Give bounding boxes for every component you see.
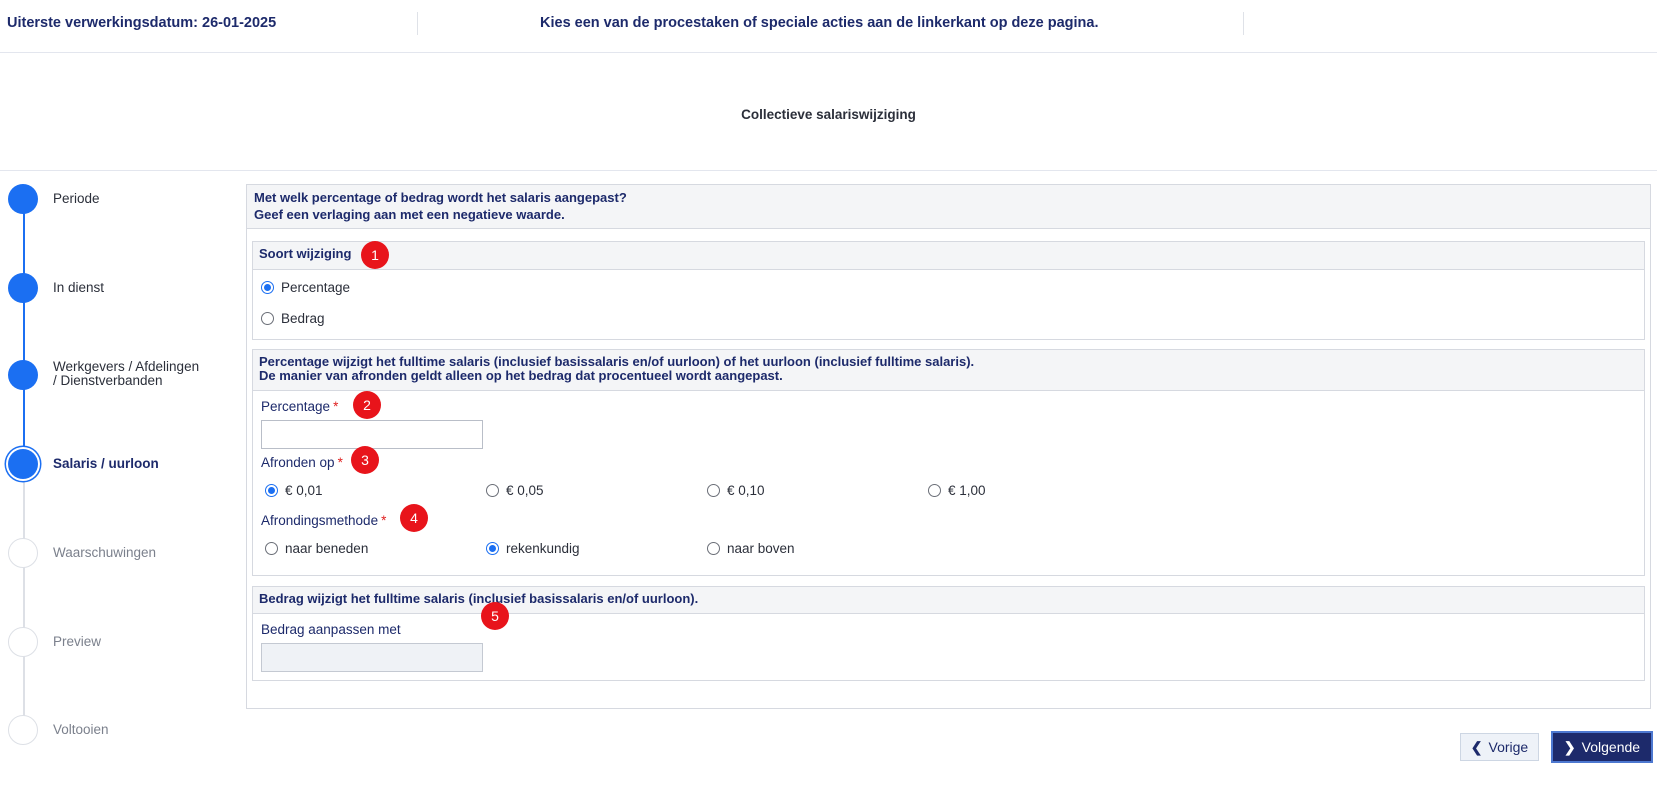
stepper-line-done — [23, 200, 25, 464]
bedrag-input[interactable] — [261, 643, 483, 672]
step-todo-icon — [8, 715, 38, 745]
annotation-badge: 3 — [351, 446, 379, 474]
deadline-text: Uiterste verwerkingsdatum: 26-01-2025 — [7, 15, 277, 31]
button-label: Volgende — [1581, 739, 1641, 755]
top-bar: Uiterste verwerkingsdatum: 26-01-2025 Ki… — [0, 0, 1657, 53]
percentage-label: Percentage * — [261, 399, 338, 414]
step-label: Periode — [53, 191, 100, 206]
button-label: Vorige — [1488, 739, 1529, 755]
salary-change-panel: Met welk percentage of bedrag wordt het … — [246, 184, 1651, 709]
radio-label: € 0,01 — [285, 483, 323, 498]
radio-checked-icon[interactable] — [261, 281, 274, 294]
step-label: Werkgevers / Afdelingen / Dienstverbande… — [53, 360, 199, 388]
step-label: Waarschuwingen — [53, 545, 157, 560]
percentage-section: Percentage wijzigt het fulltime salaris … — [252, 349, 1645, 576]
divider — [417, 12, 418, 35]
step-current-icon — [8, 449, 38, 479]
step-label: Salaris / uurloon — [53, 456, 159, 471]
label-text: Afronden op — [261, 455, 335, 470]
radio-unchecked-icon[interactable] — [707, 542, 720, 555]
annotation-badge: 2 — [353, 391, 381, 419]
step-label: Voltooien — [53, 722, 109, 737]
bedrag-label: Bedrag aanpassen met — [261, 622, 401, 637]
afrondingsmethode-label: Afrondingsmethode * — [261, 513, 386, 528]
required-mark: * — [381, 513, 387, 528]
chevron-right-icon: ❯ — [1563, 738, 1576, 755]
step-done-icon — [8, 184, 38, 214]
radio-checked-icon[interactable] — [486, 542, 499, 555]
radio-percentage[interactable]: Percentage — [261, 280, 350, 295]
radio-afronden-001[interactable]: € 0,01 — [265, 483, 323, 498]
stepper-line-todo — [23, 464, 25, 728]
annotation-badge: 5 — [481, 602, 509, 630]
previous-button[interactable]: ❮ Vorige — [1460, 733, 1539, 761]
radio-checked-icon[interactable] — [265, 484, 278, 497]
bedrag-section: Bedrag wijzigt het fulltime salaris (inc… — [252, 586, 1645, 681]
required-mark: * — [333, 399, 339, 414]
radio-label: € 0,10 — [727, 483, 765, 498]
soort-wijziging-section: Soort wijziging Percentage Bedrag — [252, 241, 1645, 340]
radio-label: € 0,05 — [506, 483, 544, 498]
annotation-badge: 4 — [400, 504, 428, 532]
step-todo-icon — [8, 538, 38, 568]
radio-label: naar boven — [727, 541, 795, 556]
instruction-text: Kies een van de procestaken of speciale … — [540, 15, 1099, 31]
radio-label: Bedrag — [281, 311, 325, 326]
radio-naar-boven[interactable]: naar boven — [707, 541, 795, 556]
required-mark: * — [337, 455, 343, 470]
radio-bedrag[interactable]: Bedrag — [261, 311, 325, 326]
step-done-icon — [8, 273, 38, 303]
radio-unchecked-icon[interactable] — [486, 484, 499, 497]
section-title: Bedrag wijzigt het fulltime salaris (inc… — [253, 587, 1644, 614]
radio-label: naar beneden — [285, 541, 369, 556]
divider — [1243, 12, 1244, 35]
afronden-label: Afronden op * — [261, 455, 343, 470]
step-todo-icon — [8, 627, 38, 657]
intro-line2: Geef een verlaging aan met een negatieve… — [254, 207, 565, 222]
label-text: Afrondingsmethode — [261, 513, 379, 528]
radio-unchecked-icon[interactable] — [261, 312, 274, 325]
step-label: In dienst — [53, 280, 105, 295]
panel-header: Met welk percentage of bedrag wordt het … — [247, 185, 1650, 229]
radio-afronden-100[interactable]: € 1,00 — [928, 483, 986, 498]
page-title: Collectieve salariswijziging — [741, 107, 916, 122]
step-done-icon — [8, 360, 38, 390]
section-title: Percentage wijzigt het fulltime salaris … — [253, 350, 1644, 391]
section-title-line1: Percentage wijzigt het fulltime salaris … — [259, 354, 975, 369]
step-label: Preview — [53, 634, 102, 649]
step-label-line1: Werkgevers / Afdelingen — [53, 359, 200, 374]
section-title: Soort wijziging — [253, 242, 1644, 270]
radio-unchecked-icon[interactable] — [928, 484, 941, 497]
radio-unchecked-icon[interactable] — [265, 542, 278, 555]
radio-rekenkundig[interactable]: rekenkundig — [486, 541, 580, 556]
next-button[interactable]: ❯ Volgende — [1553, 733, 1651, 761]
percentage-input[interactable] — [261, 420, 483, 449]
radio-unchecked-icon[interactable] — [707, 484, 720, 497]
divider — [0, 170, 1657, 171]
annotation-badge: 1 — [361, 241, 389, 269]
step-label-line2: / Dienstverbanden — [53, 373, 163, 388]
intro-line1: Met welk percentage of bedrag wordt het … — [254, 190, 627, 205]
radio-label: Percentage — [281, 280, 351, 295]
section-title-line2: De manier van afronden geldt alleen op h… — [259, 368, 783, 383]
radio-afronden-005[interactable]: € 0,05 — [486, 483, 544, 498]
radio-naar-beneden[interactable]: naar beneden — [265, 541, 368, 556]
radio-label: rekenkundig — [506, 541, 580, 556]
radio-afronden-010[interactable]: € 0,10 — [707, 483, 765, 498]
chevron-left-icon: ❮ — [1470, 738, 1483, 755]
radio-label: € 1,00 — [948, 483, 986, 498]
label-text: Percentage — [261, 399, 331, 414]
